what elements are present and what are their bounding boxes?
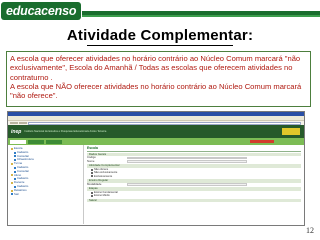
form-field-row: Modalidade (87, 182, 301, 187)
field-input (127, 183, 247, 186)
slide-title: Atividade Complementar: (0, 27, 320, 46)
form-title: Escola (87, 146, 301, 152)
sidebar-tree: Escola Cadastro Consultar Infraestrutura Tur… (8, 145, 84, 224)
form-rows: Dados Gerais Código Nome Atividade Compleme… (87, 152, 301, 203)
form-option: Ensino Médio (87, 194, 301, 197)
folder-icon (11, 174, 13, 177)
folder-icon (11, 182, 13, 185)
back-icon (10, 122, 18, 124)
form-section: Salvar (87, 198, 301, 203)
forward-icon (19, 122, 27, 124)
header-stripe-light (82, 15, 320, 17)
nav-tab (46, 139, 62, 144)
field-input (127, 156, 247, 160)
form-area: Escola Dados Gerais Código Nome Atividade C… (84, 145, 304, 224)
browser-addressbar (8, 121, 304, 125)
page-icon (14, 155, 16, 158)
page-icon (11, 193, 13, 196)
checkbox (91, 191, 93, 194)
folder-icon (11, 147, 13, 150)
tree-item: Sair (11, 191, 83, 197)
page-icon (14, 151, 16, 154)
alert-marker (250, 140, 274, 143)
folder-icon (11, 163, 13, 166)
explanation-box: A escola que oferecer atividades no horá… (6, 51, 311, 107)
inep-logo: inep (11, 128, 22, 135)
folder-icon (11, 189, 13, 192)
checkbox (91, 172, 93, 175)
address-field (28, 121, 301, 125)
paragraph-no-activities: A escola que NÃO oferecer atividades no … (10, 81, 302, 101)
field-input (127, 160, 247, 163)
educacenso-logo: educacenso (1, 2, 81, 20)
educacenso-screenshot: inep Instituto Nacional de Estudos e Pes… (7, 111, 305, 226)
checkbox (91, 168, 93, 171)
navigation-band (8, 138, 304, 145)
government-logo (282, 128, 300, 135)
slide-number: 12 (306, 226, 314, 235)
paragraph-offers-activities: A escola que oferecer atividades no horá… (10, 54, 301, 82)
nav-tab (10, 139, 26, 144)
checkbox (91, 195, 93, 197)
inep-header: inep Instituto Nacional de Estudos e Pes… (8, 125, 304, 138)
checkbox (91, 175, 93, 178)
form-option: Exclusivamente (87, 175, 301, 178)
page-icon (14, 166, 16, 169)
inep-subtitle: Instituto Nacional de Estudos e Pesquisa… (24, 130, 107, 133)
tree-item-label: Sair (14, 191, 19, 196)
nav-tab (28, 139, 44, 144)
